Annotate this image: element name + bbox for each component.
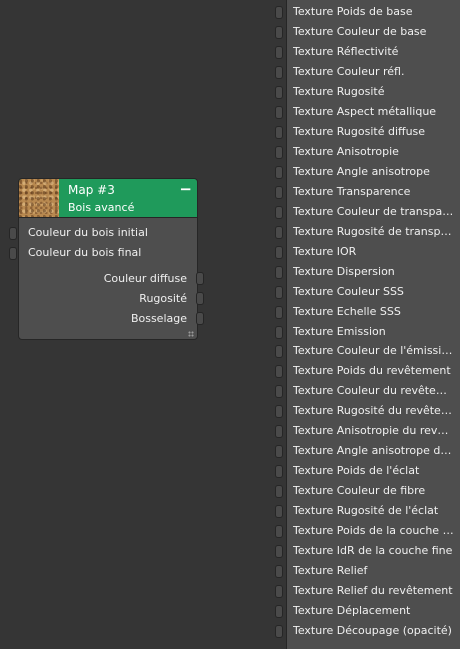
panel-input-socket[interactable] (275, 565, 283, 579)
panel-input-label: Texture Réflectivité (293, 44, 399, 58)
panel-input-socket[interactable] (275, 285, 283, 299)
panel-input-label: Texture Rugosité de l'éclat (293, 504, 439, 518)
panel-input-label: Texture Echelle SSS (293, 304, 401, 318)
panel-input-socket[interactable] (275, 185, 283, 199)
panel-input-socket[interactable] (275, 465, 283, 479)
panel-input-socket[interactable] (275, 265, 283, 279)
output-socket-rugosite[interactable] (196, 292, 204, 305)
panel-input-socket[interactable] (275, 405, 283, 419)
panel-input-label: Texture Couleur SSS (293, 284, 404, 298)
panel-input-label: Texture Couleur de transparence (293, 204, 455, 218)
panel-input-socket[interactable] (275, 625, 283, 639)
panel-input-label: Texture Poids de base (293, 5, 413, 18)
panel-input-socket[interactable] (275, 485, 283, 499)
panel-input-label: Texture Couleur de fibre (293, 484, 426, 498)
node-title: Map #3 (68, 183, 115, 197)
output-socket-bosselage[interactable] (196, 312, 204, 325)
output-label: Rugosité (139, 292, 187, 305)
panel-input-socket[interactable] (275, 545, 283, 559)
panel-input-label: Texture Rugosité diffuse (293, 124, 426, 138)
panel-input-label: Texture Angle anisotrope du revêtement (293, 444, 455, 458)
panel-input-label: Texture Déplacement (293, 604, 411, 618)
panel-input-socket[interactable] (275, 105, 283, 119)
wood-texture-thumbnail (19, 179, 59, 217)
panel-input-label: Texture IOR (293, 244, 357, 258)
panel-input-label: Texture Rugosité du revêtement (293, 404, 455, 418)
map-node[interactable]: Map #3 Bois avancé − Couleur du bois ini… (9, 178, 204, 340)
panel-input-socket[interactable] (275, 25, 283, 39)
resize-grip-icon[interactable] (188, 331, 194, 337)
panel-input-label: Texture Couleur de l'émission (293, 344, 455, 358)
node-subtitle: Bois avancé (68, 201, 135, 214)
collapse-button[interactable]: − (179, 180, 192, 198)
panel-input-socket[interactable] (275, 525, 283, 539)
panel-input-label: Texture Couleur du revêtement (293, 384, 455, 398)
panel-input-label: Texture Poids de la couche fine (293, 524, 455, 538)
panel-input-socket[interactable] (275, 365, 283, 379)
panel-input-label: Texture Angle anisotrope (293, 164, 430, 178)
input-socket-couleur-bois-final[interactable] (9, 247, 17, 260)
input-label: Couleur du bois final (28, 246, 142, 259)
panel-input-socket[interactable] (275, 325, 283, 339)
panel-input-socket[interactable] (275, 65, 283, 79)
panel-input-label: Texture Anisotropie (293, 144, 399, 158)
panel-input-socket[interactable] (275, 85, 283, 99)
output-label: Couleur diffuse (103, 272, 187, 285)
panel-input-label: Texture Poids du revêtement (293, 364, 451, 378)
panel-input-label: Texture Couleur de base (293, 24, 427, 38)
panel-input-socket[interactable] (275, 205, 283, 219)
panel-input-label: Texture Relief du revêtement (293, 584, 453, 598)
output-label: Bosselage (130, 312, 187, 325)
panel-input-socket[interactable] (275, 605, 283, 619)
panel-input-label: Texture Anisotropie du revêtement (293, 424, 455, 438)
panel-input-socket[interactable] (275, 445, 283, 459)
panel-input-label: Texture IdR de la couche fine (293, 544, 453, 558)
panel-input-socket[interactable] (275, 305, 283, 319)
panel-input-label: Texture Emission (293, 324, 386, 338)
panel-input-socket[interactable] (275, 165, 283, 179)
panel-input-socket[interactable] (275, 245, 283, 259)
panel-input-label: Texture Rugosité de transparence (293, 224, 455, 238)
panel-input-socket[interactable] (275, 45, 283, 59)
panel-input-label: Texture Poids de l'éclat (293, 464, 420, 478)
panel-input-label: Texture Dispersion (293, 264, 395, 278)
panel-input-socket[interactable] (275, 125, 283, 139)
panel-input-label: Texture Aspect métallique (293, 104, 437, 118)
panel-input-socket[interactable] (275, 345, 283, 359)
panel-input-label: Texture Relief (293, 564, 368, 578)
panel-input-label: Texture Découpage (opacité) (293, 624, 452, 638)
panel-input-socket[interactable] (275, 6, 283, 19)
panel-input-label: Texture Transparence (293, 184, 411, 198)
panel-input-socket[interactable] (275, 385, 283, 399)
panel-input-socket[interactable] (275, 225, 283, 239)
node-header[interactable]: Map #3 Bois avancé − (19, 179, 197, 218)
panel-input-label: Texture Couleur réfl. (293, 64, 405, 78)
panel-input-socket[interactable] (275, 585, 283, 599)
panel-input-socket[interactable] (275, 145, 283, 159)
panel-input-socket[interactable] (275, 425, 283, 439)
output-socket-couleur-diffuse[interactable] (196, 272, 204, 285)
input-label: Couleur du bois initial (28, 226, 148, 239)
panel-input-socket[interactable] (275, 505, 283, 519)
input-socket-couleur-bois-initial[interactable] (9, 227, 17, 240)
panel-input-label: Texture Rugosité (293, 84, 385, 98)
